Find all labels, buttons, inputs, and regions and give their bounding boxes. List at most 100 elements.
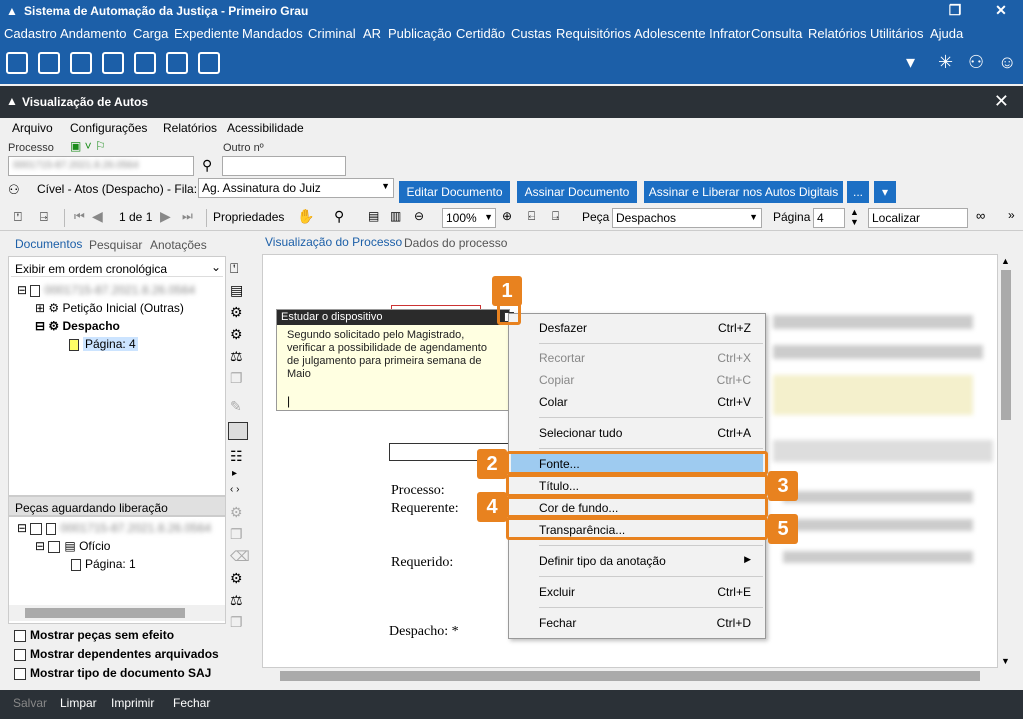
fechar-button[interactable]: Fechar (173, 696, 210, 710)
tool-icon[interactable]: ❐ (230, 526, 243, 543)
menu-cadastro[interactable]: Cadastro (4, 26, 57, 41)
next-page-icon[interactable]: ▶ (160, 208, 171, 225)
imprimir-button[interactable]: Imprimir (111, 696, 154, 710)
salvar-button[interactable]: Salvar (13, 696, 47, 710)
pending-root[interactable]: ⊟ 0001715-87.2021.8.26.0564 (17, 521, 211, 535)
annotation-list-icon[interactable]: ☷ (230, 448, 243, 465)
menu-ar[interactable]: AR (363, 26, 381, 41)
menu-certidao[interactable]: Certidão (456, 26, 505, 41)
tab-documentos[interactable]: Documentos (15, 237, 82, 251)
pending-scrollbar[interactable] (9, 605, 225, 621)
peca-select[interactable]: Despachos ▼ (612, 208, 762, 228)
calendar-icon[interactable] (70, 52, 92, 74)
zoom-out-icon[interactable]: ⊖ (414, 209, 424, 223)
trash-icon[interactable]: ⌫ (230, 548, 250, 565)
menu-consulta[interactable]: Consulta (751, 26, 802, 41)
scroll-arrows-icon[interactable]: ‹ › (230, 484, 239, 495)
hierarchy-icon[interactable] (134, 52, 156, 74)
menu-custas[interactable]: Custas (511, 26, 551, 41)
menu-arquivo[interactable]: Arquivo (12, 121, 53, 135)
fit-width-icon[interactable]: ▤ (368, 209, 379, 223)
menu-utilitarios[interactable]: Utilitários (870, 26, 923, 41)
more-button[interactable]: ... (847, 181, 869, 203)
menu-publicacao[interactable]: Publicação (388, 26, 452, 41)
tree-despacho[interactable]: ⊟ ⚙ Despacho (35, 319, 120, 333)
tool-icon[interactable]: ▤ (230, 282, 243, 299)
edit-icon[interactable] (6, 52, 28, 74)
new-document-icon[interactable] (166, 52, 188, 74)
checkbox-pecas-sem-efeito[interactable]: Mostrar peças sem efeito (14, 628, 174, 642)
edit-tool-icon[interactable]: ✎ (230, 398, 242, 415)
rotate-right-icon[interactable]: ⍈ (552, 209, 559, 224)
document-icon[interactable]: ▣ ˅ ⚐ (70, 139, 106, 153)
tab-visualizacao[interactable]: Visualização do Processo (265, 235, 402, 249)
stamp-icon[interactable]: ⚖ (230, 592, 243, 609)
copy-icon[interactable]: ❐ (230, 370, 243, 387)
fit-page-icon[interactable]: ▥ (390, 209, 401, 223)
menu-criminal[interactable]: Criminal (308, 26, 356, 41)
zoom-icon[interactable]: ⚲ (334, 208, 344, 225)
copy-icon[interactable]: ❐ (230, 614, 243, 631)
menu-copiar[interactable]: Copiar (539, 373, 574, 387)
menu-excluir[interactable]: Excluir (539, 585, 575, 599)
horizontal-scrollbar[interactable] (262, 668, 1014, 684)
close-app-icon[interactable]: ✕ (986, 2, 1016, 19)
menu-definir-tipo[interactable]: Definir tipo da anotação (539, 554, 666, 568)
checkbox-tipo-documento[interactable]: Mostrar tipo de documento SAJ (14, 666, 211, 680)
tree-peticao[interactable]: ⊞ ⚙ Petição Inicial (Outras) (35, 301, 184, 315)
tool-icon[interactable]: ⚙ (230, 504, 243, 521)
hand-mode-icon[interactable]: ⍈ (40, 209, 48, 225)
menu-ajuda[interactable]: Ajuda (930, 26, 963, 41)
menu-recortar[interactable]: Recortar (539, 351, 585, 365)
checkbox-dependentes-arquivados[interactable]: Mostrar dependentes arquivados (14, 647, 219, 661)
vertical-scrollbar[interactable]: ▲ ▼ (998, 254, 1014, 668)
menu-expediente[interactable]: Expediente (174, 26, 239, 41)
processo-input[interactable]: 0001715-87.2021.8.26.0564 (8, 156, 194, 176)
tree-pagina-4[interactable]: Página: 4 (69, 337, 138, 351)
zoom-in-icon[interactable]: ⊕ (502, 209, 512, 223)
menu-mandados[interactable]: Mandados (242, 26, 303, 41)
search-icon[interactable] (38, 52, 60, 74)
menu-desfazer[interactable]: Desfazer (539, 321, 587, 335)
more-tools-icon[interactable]: ▸ (232, 468, 237, 479)
zoom-select[interactable]: 100% ▼ (442, 208, 496, 228)
menu-relatorios[interactable]: Relatórios (808, 26, 867, 41)
restore-icon[interactable]: ❐ (940, 2, 970, 19)
annotation-tool-icon[interactable] (228, 422, 248, 440)
close-subwindow-icon[interactable]: ✕ (994, 91, 1009, 112)
limpar-button[interactable]: Limpar (60, 696, 97, 710)
menu-requisitorios[interactable]: Requisitórios (556, 26, 631, 41)
menu-acessibilidade[interactable]: Acessibilidade (227, 121, 304, 135)
pagina-stepper[interactable]: ▲ ▼ (850, 207, 859, 227)
seal-tool-icon[interactable]: ⚙ (230, 304, 243, 321)
tool-icon[interactable]: ⍞ (230, 260, 238, 277)
menu-colar[interactable]: Colar (539, 395, 568, 409)
last-page-icon[interactable]: ⏭ (182, 209, 193, 224)
stamp-icon[interactable]: ⚖ (230, 348, 243, 365)
find-binoculars-icon[interactable]: ∞ (976, 208, 985, 223)
menu-selecionar-tudo[interactable]: Selecionar tudo (539, 426, 622, 440)
tab-anotacoes[interactable]: Anotações (150, 238, 207, 252)
assinar-documento-button[interactable]: Assinar Documento (517, 181, 637, 203)
tree-root[interactable]: ⊟ 0001715-87.2021.8.26.0564 (17, 283, 195, 297)
printer-icon[interactable] (102, 52, 124, 74)
outro-numero-input[interactable] (222, 156, 346, 176)
folder-icon[interactable] (198, 52, 220, 74)
pagina-input[interactable]: 4 (813, 208, 845, 228)
menu-fechar[interactable]: Fechar (539, 616, 576, 630)
menu-andamento[interactable]: Andamento (60, 26, 127, 41)
user-icon[interactable]: ☺ (998, 52, 1016, 73)
tab-dados-processo[interactable]: Dados do processo (404, 236, 507, 250)
prev-page-icon[interactable]: ◀ (92, 208, 103, 225)
pending-pagina[interactable]: Página: 1 (71, 557, 136, 571)
annotation-note[interactable]: Estudar o dispositivo Segundo solicitado… (276, 309, 510, 411)
users-icon[interactable]: ⚇ (968, 52, 984, 73)
overflow-icon[interactable]: » (1008, 208, 1015, 222)
localizar-input[interactable]: Localizar (868, 208, 968, 228)
assinar-liberar-button[interactable]: Assinar e Liberar nos Autos Digitais (644, 181, 843, 203)
rotate-left-icon[interactable]: ⍇ (528, 209, 535, 224)
order-select[interactable]: Exibir em ordem cronológica ⌄ (11, 259, 223, 277)
select-mode-icon[interactable]: ⍞ (14, 209, 22, 225)
menu-carga[interactable]: Carga (133, 26, 168, 41)
menu-adolescente[interactable]: Adolescente Infrator (634, 26, 750, 41)
